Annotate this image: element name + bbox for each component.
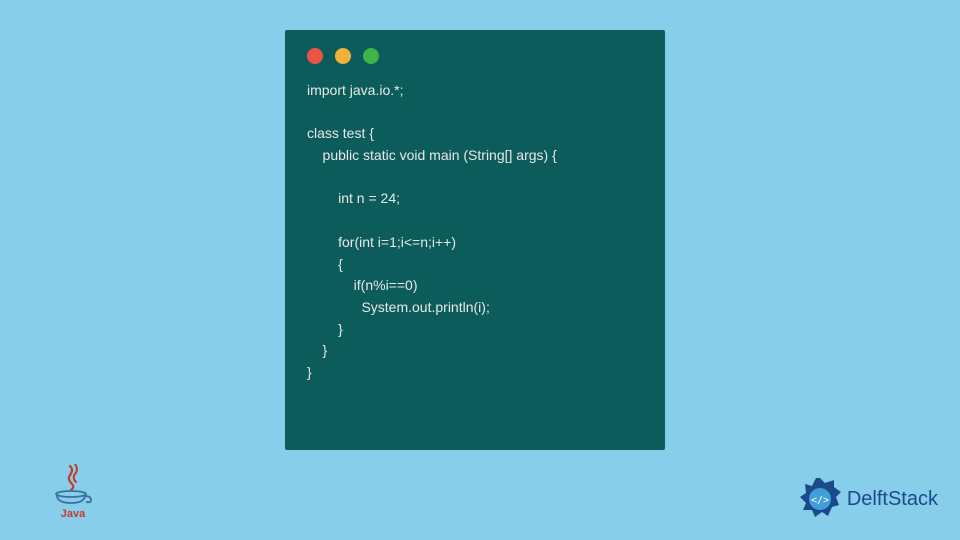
java-logo-label: Java [61, 508, 85, 520]
delftstack-logo: </> DelftStack [797, 476, 938, 522]
java-logo: Java [52, 464, 94, 522]
code-content: import java.io.*; class test { public st… [285, 74, 665, 404]
minimize-icon [335, 48, 351, 64]
close-icon [307, 48, 323, 64]
traffic-lights [285, 30, 665, 74]
svg-text:</>: </> [811, 495, 829, 506]
delftstack-gear-icon: </> [797, 476, 843, 522]
java-steam-icon [63, 464, 83, 490]
maximize-icon [363, 48, 379, 64]
java-cup-icon [54, 490, 92, 506]
code-window: import java.io.*; class test { public st… [285, 30, 665, 450]
delftstack-logo-label: DelftStack [847, 488, 938, 511]
